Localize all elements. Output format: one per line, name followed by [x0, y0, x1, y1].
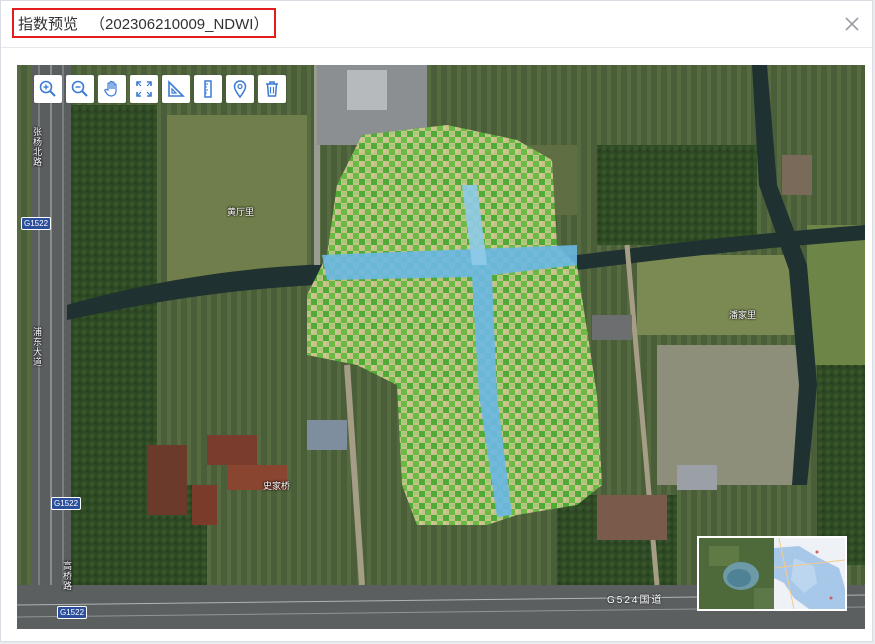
- overview-map[interactable]: [697, 536, 847, 611]
- zoom-in-icon: [39, 80, 56, 97]
- highway-shield: G1522: [21, 217, 52, 230]
- close-icon: [845, 17, 859, 31]
- triangle-ruler-icon: [168, 80, 185, 97]
- measure-area-button[interactable]: [162, 75, 190, 103]
- village-label-east: 潘家里: [729, 310, 757, 320]
- zoom-out-button[interactable]: [66, 75, 94, 103]
- index-preview-dialog: 指数预览 （202306210009_NDWI） 张杨北路 浦东大道 高桥路 黄…: [0, 0, 873, 642]
- village-label-south: 史家桥: [263, 481, 291, 491]
- highway-shield: G1522: [57, 606, 88, 619]
- map-view[interactable]: 张杨北路 浦东大道 高桥路 黄厅里 潘家里 史家桥 G524国道 G1522 G…: [17, 65, 865, 629]
- full-extent-button[interactable]: [130, 75, 158, 103]
- dialog-header: 指数预览 （202306210009_NDWI）: [1, 1, 872, 48]
- highway-label-bottom: G524国道: [607, 595, 664, 606]
- trash-icon: [266, 81, 278, 97]
- locate-button[interactable]: [226, 75, 254, 103]
- dialog-image-id: （202306210009_NDWI）: [90, 15, 269, 33]
- zoom-in-button[interactable]: [34, 75, 62, 103]
- hand-icon: [104, 80, 117, 97]
- clear-button[interactable]: [258, 75, 286, 103]
- ruler-icon: [204, 80, 212, 98]
- road-label-pudong: 浦东大道: [32, 327, 42, 367]
- dialog-title: 指数预览 （202306210009_NDWI）: [12, 8, 277, 38]
- overview-map-image: [699, 538, 845, 609]
- map-toolbar: [34, 75, 286, 103]
- road-label-zhangyang: 张杨北路: [32, 127, 42, 167]
- zoom-out-icon: [71, 80, 88, 97]
- pan-button[interactable]: [98, 75, 126, 103]
- location-pin-icon: [233, 80, 247, 99]
- road-label-gaoqiao: 高桥路: [62, 561, 72, 591]
- expand-icon: [136, 81, 152, 97]
- village-label-north: 黄厅里: [227, 207, 255, 217]
- dialog-title-text: 指数预览: [18, 15, 79, 33]
- highway-shield: G1522: [51, 497, 82, 510]
- close-button[interactable]: [842, 14, 862, 34]
- measure-distance-button[interactable]: [194, 75, 222, 103]
